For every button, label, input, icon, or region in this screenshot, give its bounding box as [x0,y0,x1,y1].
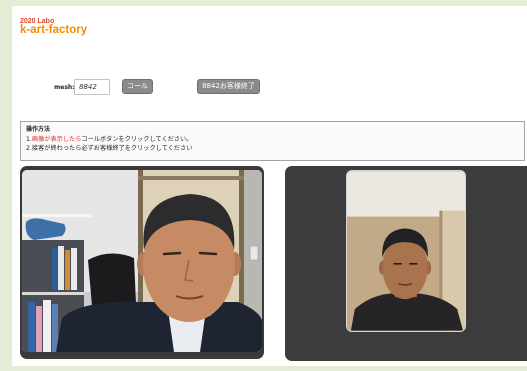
instructions-heading: 操作方法 [26,126,51,133]
instruction-line-1-rest: コールボタンをクリックしてください。 [81,136,193,143]
book [52,304,58,352]
remote-upper-wall [347,171,465,217]
person-jacket [56,301,262,352]
mesh-input[interactable] [74,79,110,95]
instruction-line-1-highlight: 画像が表示したら [31,136,82,143]
book [58,246,64,290]
end-customer-button[interactable]: 8842お客様終了 [197,79,260,94]
office-chair [88,253,136,306]
call-button[interactable]: コール [122,79,153,94]
book [65,250,70,290]
book [43,300,51,352]
local-video-panel [20,166,264,359]
brand-logo-text: k-art-factory [20,24,88,36]
book [36,306,42,352]
book [71,248,77,290]
mesh-label: mesh: [54,84,75,91]
door-frame-top [138,176,244,180]
person-eye-left [162,251,182,256]
door-frame-right [239,170,244,320]
instruction-line-2: 2.接客が終わったら必ずお客様終了をクリックしてください [26,145,193,152]
instructions-box: 操作方法 1.画像が表示したらコールボタンをクリックしてください。 2.接客が終… [20,121,525,161]
book [28,302,35,352]
light-switch [249,245,259,261]
remote-video [346,170,466,332]
person-eye-right [198,251,218,256]
wall-shelf [22,214,92,217]
local-video-frame [22,170,262,352]
page-content: 2020 Labo k-art-factory mesh: コール 8842お客… [12,6,527,366]
remote-video-panel [285,166,527,361]
instruction-line-1: 1.画像が表示したらコールボタンをクリックしてください。 [26,136,192,144]
local-video [22,170,262,352]
book [52,248,57,290]
door-frame-left [138,170,143,320]
remote-video-frame [347,171,465,331]
bookshelf-board [22,292,84,295]
